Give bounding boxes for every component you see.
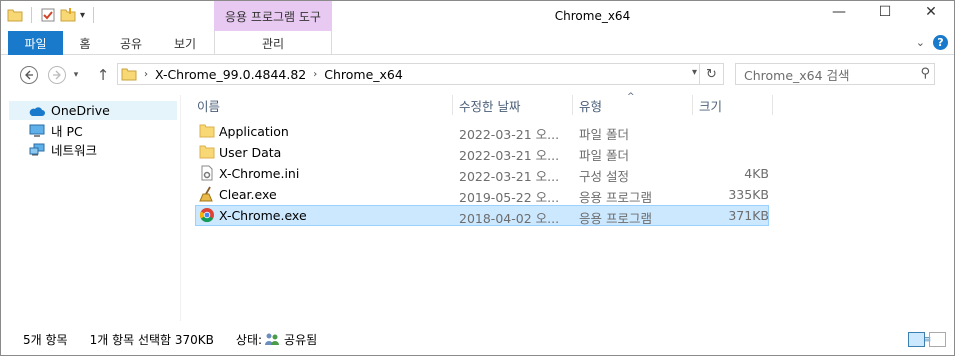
column-header-modified[interactable]: 수정한 날짜 xyxy=(453,95,573,115)
tab-home[interactable]: 홈 xyxy=(67,31,103,55)
breadcrumb-item[interactable]: X-Chrome_99.0.4844.82 xyxy=(155,67,306,82)
file-row[interactable]: Clear.exe 2019-05-22 오... 응용 프로그램 335KB xyxy=(195,184,769,205)
minimize-button[interactable]: — xyxy=(816,1,862,23)
selection-info: 1개 항목 선택함 370KB xyxy=(89,332,214,347)
file-type: 파일 폴더 xyxy=(579,127,629,142)
nav-item-label: OneDrive xyxy=(51,103,110,118)
share-state-value: 공유됨 xyxy=(284,332,318,347)
view-switcher: ≡ xyxy=(908,332,946,347)
nav-item-onedrive[interactable]: OneDrive xyxy=(9,101,177,120)
item-count: 5개 항목 xyxy=(23,332,68,347)
title-bar: ▾ 응용 프로그램 도구 Chrome_x64 — ☐ ✕ xyxy=(1,1,954,31)
file-list: 이름 수정한 날짜 유형 ^ 크기 Application 2022-03-21… xyxy=(191,92,954,321)
tab-share[interactable]: 공유 xyxy=(111,31,151,55)
file-name: X-Chrome.ini xyxy=(219,166,300,181)
computer-icon xyxy=(29,124,45,137)
file-type: 구성 설정 xyxy=(579,169,629,184)
nav-item-network[interactable]: 네트워크 xyxy=(9,140,177,159)
explorer-window: ▾ 응용 프로그램 도구 Chrome_x64 — ☐ ✕ 파일 홈 공유 보기… xyxy=(0,0,955,356)
file-modified: 2022-03-21 오... xyxy=(459,148,560,163)
refresh-icon: ↻ xyxy=(706,66,717,82)
back-button[interactable] xyxy=(18,64,40,86)
file-row[interactable]: Application 2022-03-21 오... 파일 폴더 xyxy=(195,121,769,142)
forward-button[interactable] xyxy=(46,64,68,86)
file-type: 파일 폴더 xyxy=(579,148,629,163)
column-header-size[interactable]: 크기 xyxy=(693,95,773,115)
chrome-icon xyxy=(200,208,214,223)
window-title: Chrome_x64 xyxy=(554,9,631,23)
help-icon[interactable]: ? xyxy=(933,35,948,50)
sort-ascending-icon: ^ xyxy=(627,92,635,102)
breadcrumb-item[interactable]: Chrome_x64 xyxy=(324,67,403,82)
file-size: 4KB xyxy=(744,166,769,181)
ribbon-right-controls: ⌄ ? xyxy=(916,35,948,50)
close-button[interactable]: ✕ xyxy=(908,1,954,23)
file-type: 응용 프로그램 xyxy=(579,211,652,226)
file-type: 응용 프로그램 xyxy=(579,190,652,205)
tab-file[interactable]: 파일 xyxy=(8,31,63,55)
file-modified: 2019-05-22 오... xyxy=(459,190,560,205)
maximize-button[interactable]: ☐ xyxy=(862,1,908,23)
chevron-down-icon: ▾ xyxy=(73,70,79,80)
network-icon xyxy=(29,143,45,155)
navigation-pane: OneDrive 내 PC 네트워크 xyxy=(1,95,181,321)
share-state-label: 상태: xyxy=(235,332,263,347)
shared-users-icon xyxy=(265,333,280,345)
file-modified: 2022-03-21 오... xyxy=(459,127,560,142)
file-size: 371KB xyxy=(728,208,769,223)
file-name: Application xyxy=(219,124,289,139)
file-row[interactable]: X-Chrome.ini 2022-03-21 오... 구성 설정 4KB xyxy=(195,163,769,184)
tab-manage[interactable]: 관리 xyxy=(214,31,332,55)
nav-item-label: 내 PC xyxy=(51,124,83,139)
up-button[interactable]: ↑ xyxy=(92,64,114,86)
file-modified: 2018-04-02 오... xyxy=(459,211,560,226)
window-controls: — ☐ ✕ xyxy=(816,1,954,23)
chevron-right-icon: › xyxy=(144,68,148,80)
address-dropdown-icon[interactable]: ▾ xyxy=(692,67,697,78)
address-bar[interactable]: › X-Chrome_99.0.4844.82 › Chrome_x64 ▾ ↻ xyxy=(117,63,724,85)
file-name: Clear.exe xyxy=(219,187,277,202)
folder-icon xyxy=(199,145,215,159)
nav-item-this-pc[interactable]: 내 PC xyxy=(9,121,177,140)
nav-item-label: 네트워크 xyxy=(51,143,98,158)
tab-view[interactable]: 보기 xyxy=(163,31,207,55)
settings-file-icon xyxy=(201,165,213,181)
broom-icon xyxy=(199,186,213,202)
ribbon-tabs: 파일 홈 공유 보기 관리 ⌄ ? xyxy=(1,31,954,55)
up-arrow-icon: ↑ xyxy=(96,66,110,84)
expand-ribbon-icon[interactable]: ⌄ xyxy=(916,36,925,49)
file-size: 335KB xyxy=(728,187,769,202)
details-view-button[interactable]: ≡ xyxy=(908,332,931,347)
search-icon: ⚲ xyxy=(920,66,930,81)
file-name: X-Chrome.exe xyxy=(219,208,307,223)
chevron-right-icon: › xyxy=(313,68,318,80)
file-row[interactable]: User Data 2022-03-21 오... 파일 폴더 xyxy=(195,142,769,163)
file-modified: 2022-03-21 오... xyxy=(459,169,560,184)
forward-arrow-icon xyxy=(48,66,66,84)
file-name: User Data xyxy=(219,145,282,160)
large-icons-view-button[interactable] xyxy=(929,332,946,347)
status-bar: 5개 항목 1개 항목 선택함 370KB 상태: 공유됨 ≡ xyxy=(1,323,954,355)
folder-icon xyxy=(199,124,215,138)
breadcrumb: › X-Chrome_99.0.4844.82 › Chrome_x64 xyxy=(137,67,403,82)
search-box[interactable]: Chrome_x64 검색 ⚲ xyxy=(735,63,935,85)
cloud-icon xyxy=(29,106,45,116)
back-arrow-icon xyxy=(20,66,38,84)
refresh-button[interactable]: ↻ xyxy=(699,64,723,84)
search-input[interactable]: Chrome_x64 검색 xyxy=(744,65,850,84)
file-row-selected[interactable]: X-Chrome.exe 2018-04-02 오... 응용 프로그램 371… xyxy=(195,205,769,226)
recent-locations-dropdown[interactable]: ▾ xyxy=(69,64,83,86)
folder-icon xyxy=(121,68,137,81)
column-header-name[interactable]: 이름 xyxy=(191,95,453,115)
